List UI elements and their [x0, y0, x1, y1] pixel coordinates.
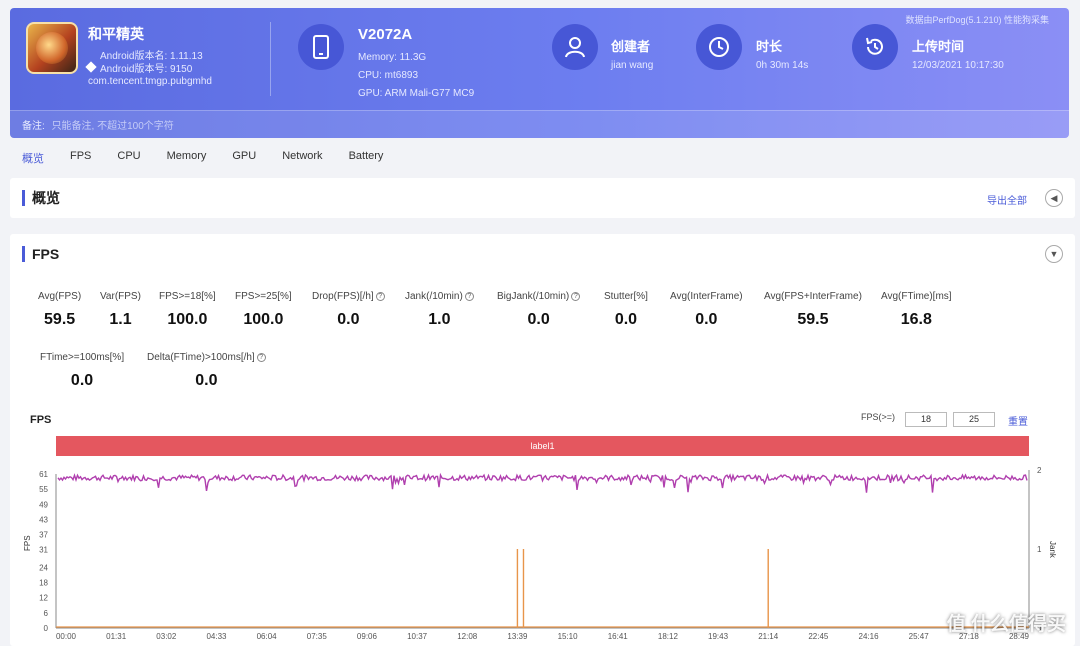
x-tick-label: 13:39 [507, 632, 528, 641]
help-icon[interactable]: ? [571, 291, 581, 301]
device-gpu: GPU: ARM Mali-G77 MC9 [358, 88, 475, 99]
label-bar[interactable]: label1 [56, 436, 1029, 456]
y-tick-label: 49 [39, 500, 48, 509]
x-tick-label: 12:08 [457, 632, 478, 641]
chevron-down-icon[interactable]: ▼ [1045, 245, 1063, 263]
y-tick-label: 12 [39, 594, 48, 603]
app-package: com.tencent.tmgp.pubgmhd [88, 76, 212, 87]
y-tick-label: 18 [39, 579, 48, 588]
y-tick-label: 61 [39, 470, 48, 479]
y2-tick-label: 1 [1037, 545, 1042, 554]
tab-gpu[interactable]: GPU [232, 150, 256, 166]
stat-avg-fps: Avg(FPS) 59.5 [38, 291, 82, 328]
app-version-code: Android版本号: 9150 [100, 64, 193, 75]
app-name: 和平精英 [88, 26, 144, 42]
tab-fps[interactable]: FPS [70, 150, 91, 166]
header-banner: 和平精英 Android版本名: 1.11.13 Android版本号: 915… [10, 8, 1069, 138]
device-memory: Memory: 11.3G [358, 52, 427, 63]
x-tick-label: 10:37 [407, 632, 428, 641]
stat-var-fps: Var(FPS) 1.1 [100, 291, 141, 328]
y-tick-label: 31 [39, 546, 48, 555]
x-tick-label: 19:43 [708, 632, 729, 641]
stat-avg-interframe: Avg(InterFrame) 0.0 [670, 291, 743, 328]
x-tick-label: 01:31 [106, 632, 127, 641]
upload-title: 上传时间 [912, 39, 965, 54]
stat-stutter: Stutter[%] 0.0 [604, 291, 648, 328]
creator-value: jian wang [611, 60, 654, 71]
tab-bar: 概览 FPS CPU Memory GPU Network Battery [22, 150, 409, 166]
duration-title: 时长 [756, 39, 783, 54]
tab-battery[interactable]: Battery [349, 150, 384, 166]
y-tick-label: 24 [39, 563, 48, 572]
android-icon [85, 61, 97, 73]
stat-ftime-ge-100: FTime>=100ms[%] 0.0 [40, 352, 125, 389]
x-tick-label: 15:10 [558, 632, 579, 641]
help-icon[interactable]: ? [256, 352, 266, 362]
y-tick-label: 55 [39, 485, 48, 494]
stat-jank: Jank(/10min)? 1.0 [405, 291, 474, 329]
duration-value: 0h 30m 14s [756, 60, 809, 71]
x-tick-label: 22:45 [808, 632, 829, 641]
stat-fps-ge-25: FPS>=25[%] 100.0 [235, 291, 292, 328]
stat-bigjank: BigJank(/10min)? 0.0 [497, 291, 581, 329]
creator-title: 创建者 [611, 39, 651, 54]
stat-fps-ge-18: FPS>=18[%] 100.0 [159, 291, 216, 328]
tab-cpu[interactable]: CPU [117, 150, 140, 166]
x-tick-label: 04:33 [206, 632, 227, 641]
tab-memory[interactable]: Memory [167, 150, 207, 166]
watermark: 值 什么值得买 [946, 614, 1066, 635]
app-icon [26, 22, 78, 74]
device-model: V2072A [358, 26, 413, 43]
device-cpu: CPU: mt6893 [358, 70, 419, 81]
uploader-note: 数据由PerfDog(5.1.210) 性能狗采集 [905, 15, 1049, 25]
threshold-label: FPS(>=) [861, 412, 896, 422]
fps-series-line [57, 472, 1028, 493]
help-icon[interactable]: ? [375, 291, 385, 301]
reset-button[interactable]: 重置 [1008, 413, 1028, 428]
clock-icon [696, 24, 742, 70]
x-tick-label: 07:35 [307, 632, 328, 641]
stat-drop-fps: Drop(FPS)[/h]? 0.0 [312, 291, 385, 329]
help-icon[interactable]: ? [464, 291, 474, 301]
x-tick-label: 18:12 [658, 632, 679, 641]
y-tick-label: 37 [39, 531, 48, 540]
fps-card: FPS ▼ Avg(FPS) 59.5 Var(FPS) 1.1 FPS>=18[%… [10, 234, 1075, 646]
stat-avg-fps-interframe: Avg(FPS+InterFrame) 59.5 [764, 291, 862, 328]
x-tick-label: 06:04 [257, 632, 278, 641]
divider [270, 22, 271, 96]
stat-delta-ftime: Delta(FTime)>100ms[/h]? 0.0 [147, 352, 266, 390]
y-axis-label: FPS [23, 535, 32, 551]
x-tick-label: 09:06 [357, 632, 378, 641]
y-tick-label: 6 [44, 609, 49, 618]
history-icon [852, 24, 898, 70]
x-tick-label: 00:00 [56, 632, 77, 641]
threshold-input-2[interactable]: 25 [953, 412, 995, 427]
y2-axis-label: Jank [1048, 541, 1057, 559]
stat-avg-ftime: Avg(FTime)[ms] 16.8 [881, 291, 952, 328]
y2-tick-label: 2 [1037, 466, 1042, 475]
chart-title: FPS [30, 414, 52, 426]
overview-title: 概览 [22, 190, 60, 206]
note-input[interactable]: 只能备注, 不超过100个字符 [52, 121, 174, 132]
x-tick-label: 03:02 [156, 632, 177, 641]
phone-icon [298, 24, 344, 70]
x-tick-label: 25:47 [909, 632, 930, 641]
fps-title: FPS [22, 246, 59, 262]
fps-chart[interactable]: 61554943373124181260210FPS Jank00:00 01:31… [10, 462, 1075, 642]
y-tick-label: 43 [39, 515, 48, 524]
tab-network[interactable]: Network [282, 150, 322, 166]
export-all-button[interactable]: 导出全部 [987, 192, 1027, 207]
tab-overview[interactable]: 概览 [22, 150, 44, 166]
overview-card: 概览 导出全部 ◀ [10, 178, 1075, 218]
note-label: 备注: [22, 121, 45, 132]
x-tick-label: 21:14 [758, 632, 779, 641]
note-bar[interactable]: 备注: 只能备注, 不超过100个字符 [10, 110, 1069, 138]
x-tick-label: 16:41 [608, 632, 629, 641]
y-tick-label: 0 [44, 624, 49, 633]
user-icon [552, 24, 598, 70]
upload-value: 12/03/2021 10:17:30 [912, 60, 1004, 71]
collapse-left-icon[interactable]: ◀ [1045, 189, 1063, 207]
x-tick-label: 24:16 [859, 632, 880, 641]
threshold-input-1[interactable]: 18 [905, 412, 947, 427]
